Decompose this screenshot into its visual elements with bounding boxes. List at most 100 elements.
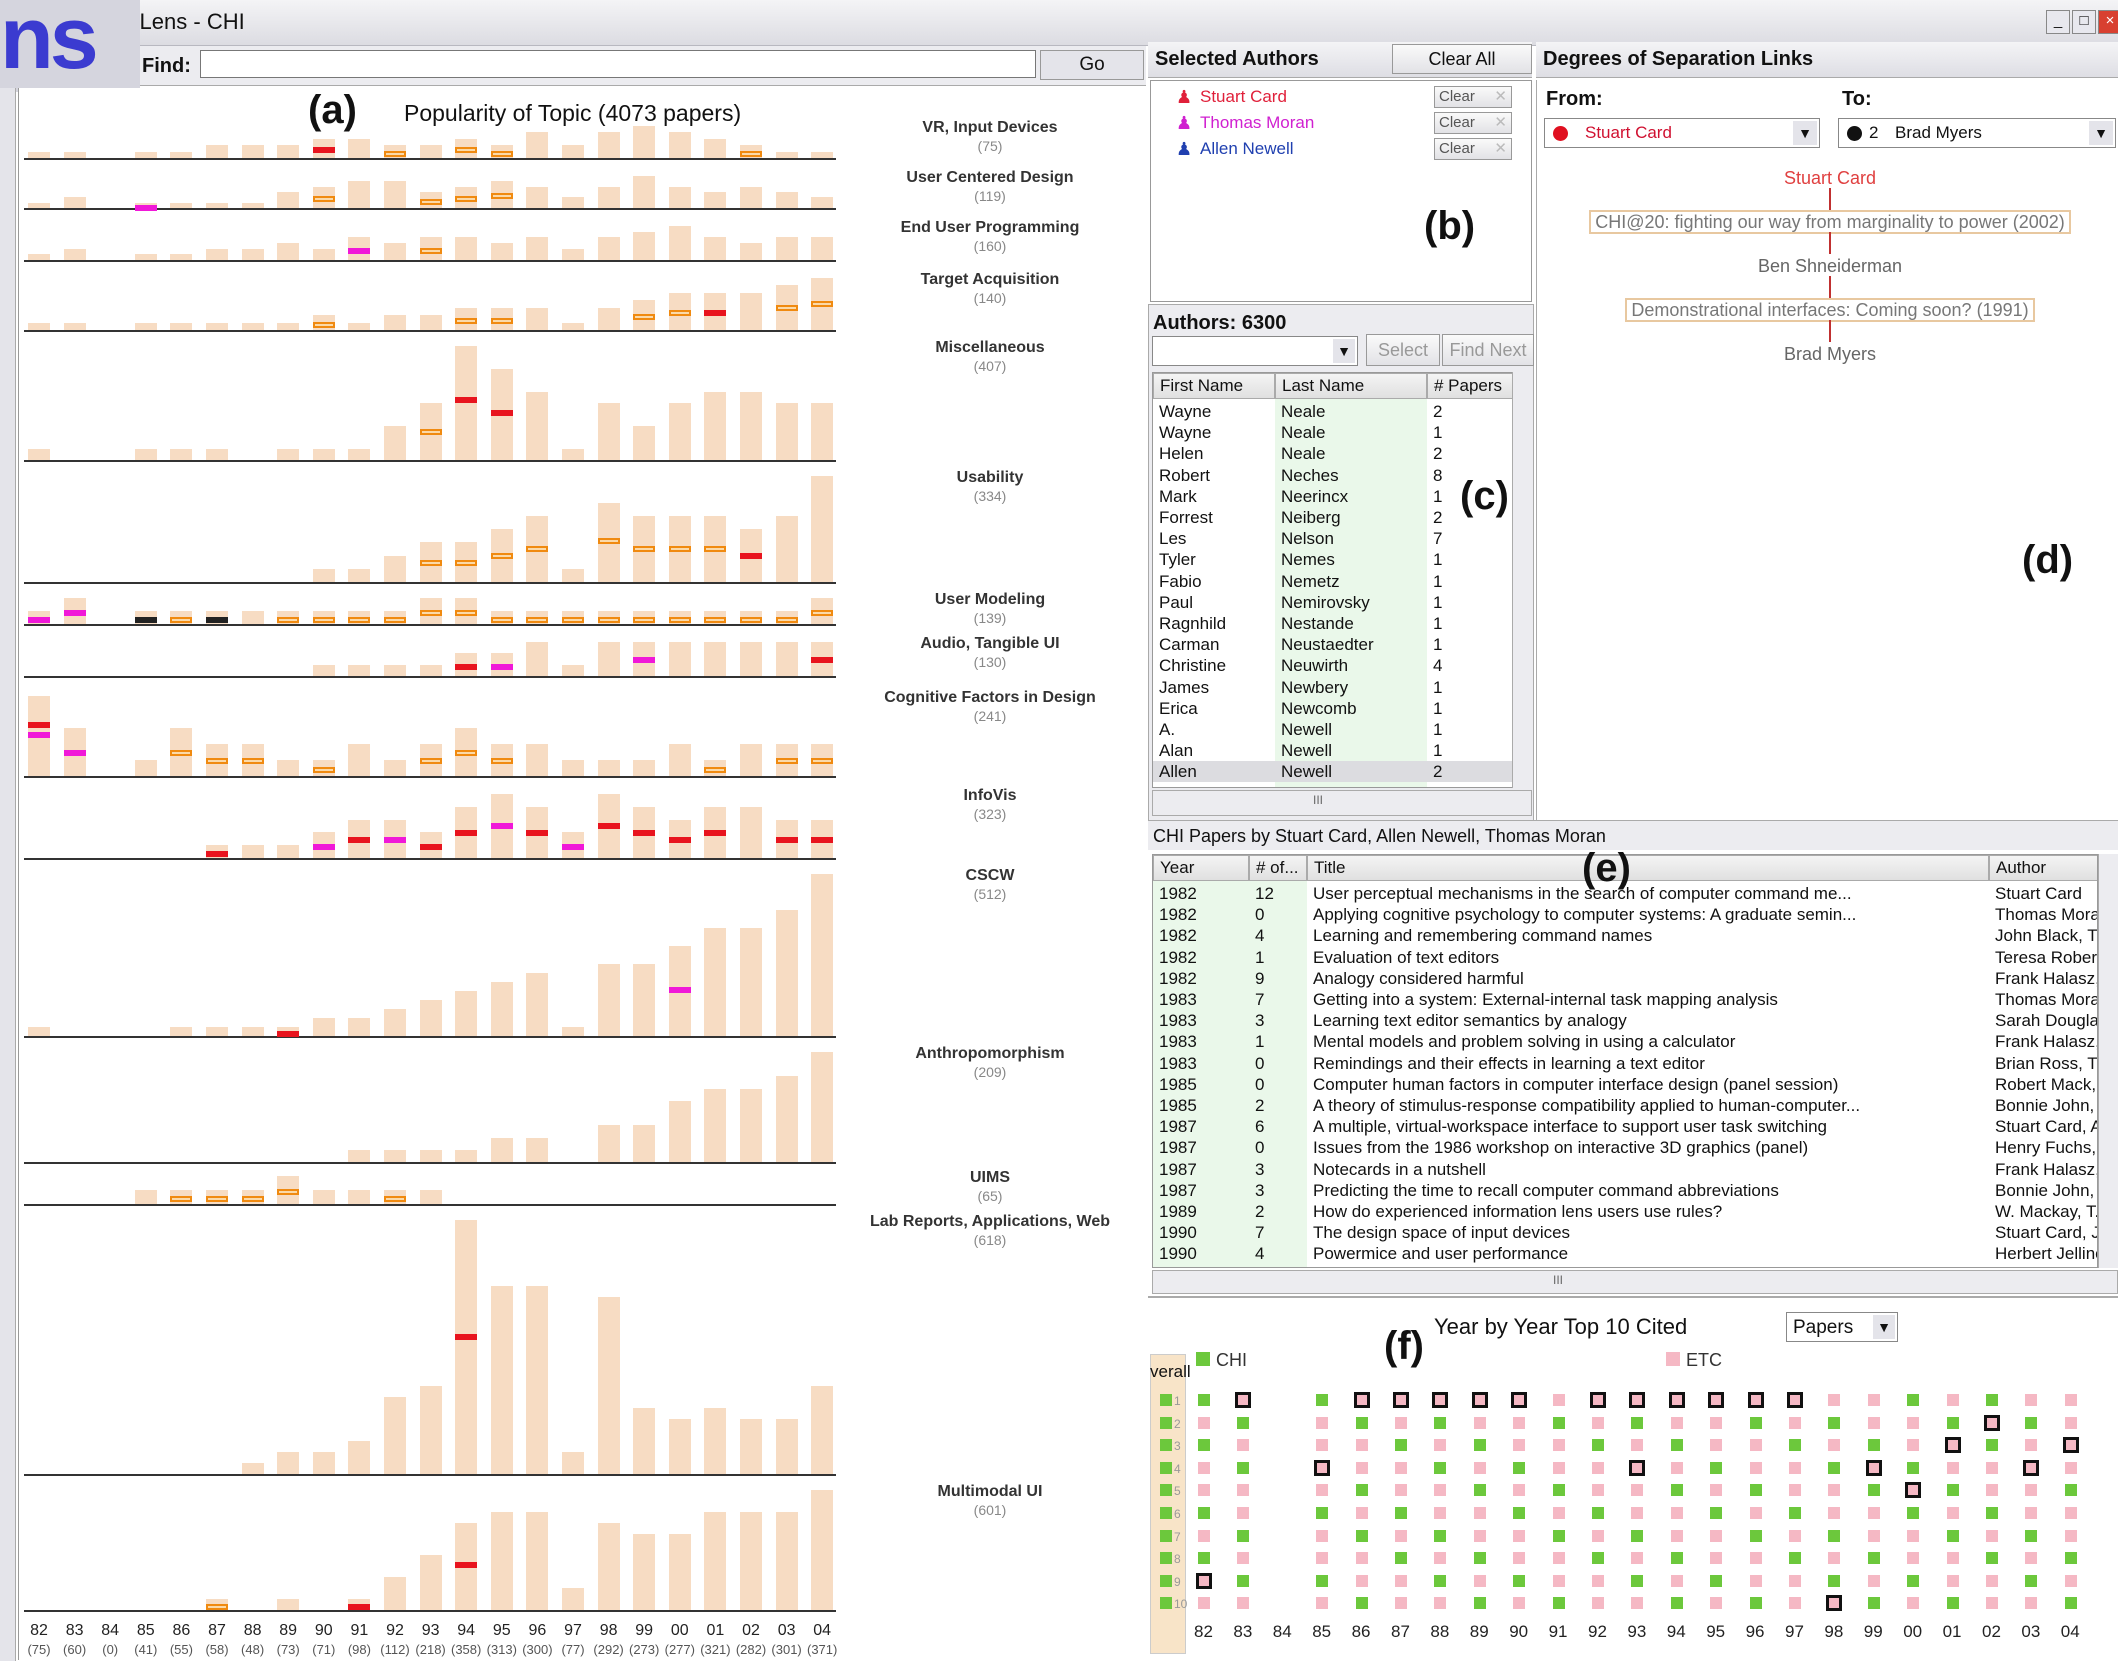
topic-name[interactable]: Lab Reports, Applications, Web xyxy=(860,1212,1120,1232)
cited-paper-cell[interactable] xyxy=(1749,1416,1762,1429)
paper-mark[interactable] xyxy=(63,749,86,756)
cited-paper-cell[interactable] xyxy=(1237,1484,1250,1497)
topic-bar[interactable] xyxy=(277,1451,300,1474)
cited-paper-cell[interactable] xyxy=(1670,1597,1683,1610)
cited-paper-cell[interactable] xyxy=(1946,1394,1959,1406)
cited-paper-cell[interactable] xyxy=(1789,1416,1801,1429)
topic-bar[interactable] xyxy=(490,243,513,260)
topic-bar[interactable] xyxy=(668,226,691,260)
cited-paper-cell[interactable] xyxy=(1473,1461,1486,1474)
topic-bar[interactable] xyxy=(241,145,264,158)
overall-cell[interactable] xyxy=(1160,1461,1172,1474)
topic-bar[interactable] xyxy=(775,910,798,1036)
topic-bar[interactable] xyxy=(206,448,228,460)
topic-bar[interactable] xyxy=(277,1599,300,1610)
topic-bar[interactable] xyxy=(668,132,691,158)
paper-mark[interactable] xyxy=(28,616,50,623)
cited-paper-cell[interactable] xyxy=(1631,1439,1644,1452)
from-dropdown[interactable]: Stuart Card ▼ xyxy=(1544,118,1820,148)
table-row[interactable]: Carman Neustaedter 1 xyxy=(1153,634,1513,655)
papers-hscroll[interactable]: III xyxy=(1152,1270,2118,1294)
paper-mark[interactable] xyxy=(312,616,335,623)
cited-paper-cell[interactable] xyxy=(1198,1597,1210,1610)
cited-paper-cell[interactable] xyxy=(1316,1439,1329,1452)
paper-mark[interactable] xyxy=(419,843,442,850)
topic-bar[interactable] xyxy=(490,982,513,1036)
topic-bar[interactable] xyxy=(348,322,371,330)
table-row[interactable]: 1982 1 Evaluation of text editors Teresa Ro… xyxy=(1153,947,2097,968)
paper-mark[interactable] xyxy=(668,986,691,993)
topic-bar[interactable] xyxy=(28,1027,50,1036)
cited-paper-cell[interactable] xyxy=(1198,1439,1210,1452)
cited-paper-cell[interactable] xyxy=(1473,1552,1486,1565)
topic-bar[interactable] xyxy=(526,186,549,208)
cited-paper-cell[interactable] xyxy=(1907,1574,1920,1587)
paper-mark[interactable] xyxy=(704,309,727,316)
paper-mark[interactable] xyxy=(526,616,549,623)
topic-bar[interactable] xyxy=(811,197,834,208)
topic-bar[interactable] xyxy=(740,292,762,330)
cited-paper-cell[interactable] xyxy=(1946,1597,1959,1610)
table-row[interactable]: Paul Nemirovsky 1 xyxy=(1153,592,1513,613)
cited-paper-cell[interactable] xyxy=(1393,1392,1409,1408)
topic-bar[interactable] xyxy=(740,243,762,260)
table-row[interactable]: Wayne Neale 2 xyxy=(1153,401,1513,422)
cited-paper-cell[interactable] xyxy=(1552,1484,1565,1497)
topic-bar[interactable] xyxy=(419,315,442,330)
paper-mark[interactable] xyxy=(455,317,478,324)
cited-paper-cell[interactable] xyxy=(2064,1394,2077,1406)
cited-paper-cell[interactable] xyxy=(1986,1439,1998,1452)
authors-vscroll[interactable] xyxy=(1512,372,1532,788)
chain-author[interactable]: Stuart Card xyxy=(1490,166,2118,190)
topic-bar[interactable] xyxy=(562,568,584,582)
table-row[interactable]: A Newell 1 xyxy=(1153,783,1513,787)
cited-paper-cell[interactable] xyxy=(1907,1416,1920,1429)
topic-bar[interactable] xyxy=(811,403,834,460)
cited-paper-cell[interactable] xyxy=(1592,1439,1604,1452)
topic-bar[interactable] xyxy=(455,991,478,1036)
cited-paper-cell[interactable] xyxy=(2025,1507,2038,1519)
topic-bar[interactable] xyxy=(490,1286,513,1474)
paper-mark[interactable] xyxy=(63,609,86,616)
papers-vscroll[interactable] xyxy=(2098,854,2118,1268)
topic-bar[interactable] xyxy=(740,391,762,460)
cited-paper-cell[interactable] xyxy=(1316,1507,1329,1519)
paper-mark[interactable] xyxy=(811,301,834,308)
paper-mark[interactable] xyxy=(384,1196,406,1203)
cited-paper-cell[interactable] xyxy=(1986,1484,1998,1497)
topic-bar[interactable] xyxy=(419,145,442,158)
cited-paper-cell[interactable] xyxy=(1355,1484,1368,1497)
table-header[interactable]: Author xyxy=(1989,855,2097,881)
topic-bar[interactable] xyxy=(775,403,798,460)
topic-bar[interactable] xyxy=(775,237,798,260)
paper-mark[interactable] xyxy=(455,663,478,670)
topic-bar[interactable] xyxy=(811,151,834,158)
paper-mark[interactable] xyxy=(490,758,513,765)
topic-bar[interactable] xyxy=(63,197,86,208)
paper-mark[interactable] xyxy=(419,560,442,567)
topic-bar[interactable] xyxy=(28,151,50,158)
cited-paper-cell[interactable] xyxy=(1631,1552,1644,1565)
topic-bar[interactable] xyxy=(312,248,335,260)
topic-name[interactable]: VR, Input Devices xyxy=(860,118,1120,138)
cited-paper-cell[interactable] xyxy=(2025,1597,2038,1610)
topic-bar[interactable] xyxy=(704,192,727,208)
chain-author[interactable]: Brad Myers xyxy=(1490,342,2118,366)
topic-bar[interactable] xyxy=(775,1418,798,1474)
overall-cell[interactable] xyxy=(1160,1394,1172,1406)
cited-paper-cell[interactable] xyxy=(1629,1459,1646,1476)
cited-paper-cell[interactable] xyxy=(1708,1392,1725,1408)
paper-mark[interactable] xyxy=(811,657,834,664)
table-row[interactable]: Alan Newell 1 xyxy=(1153,740,1513,761)
cited-paper-cell[interactable] xyxy=(1828,1416,1841,1429)
cited-paper-cell[interactable] xyxy=(1237,1574,1250,1587)
topic-bar[interactable] xyxy=(775,1511,798,1610)
topic-bar[interactable] xyxy=(811,476,834,582)
paper-mark[interactable] xyxy=(455,1562,478,1568)
topic-bar[interactable] xyxy=(419,664,442,676)
topic-bar[interactable] xyxy=(28,202,50,208)
paper-mark[interactable] xyxy=(811,836,834,843)
paper-mark[interactable] xyxy=(811,609,834,616)
paper-mark[interactable] xyxy=(775,305,798,312)
cited-paper-cell[interactable] xyxy=(1867,1439,1880,1452)
